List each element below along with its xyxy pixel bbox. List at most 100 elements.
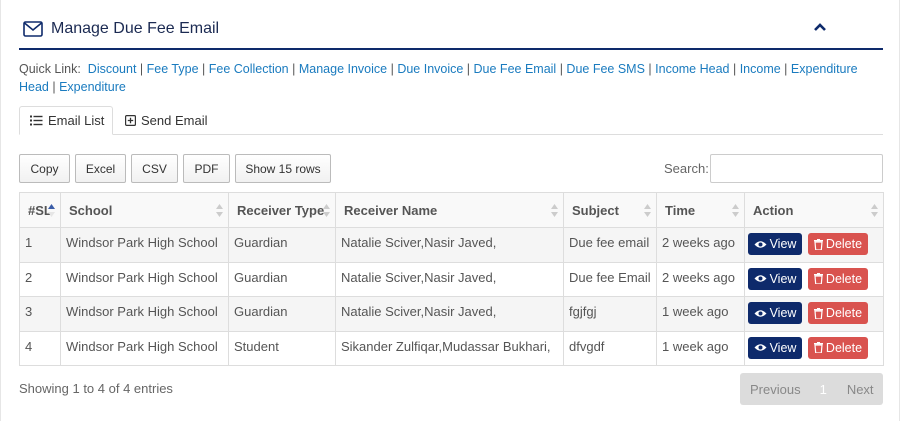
tab-send-email-label: Send Email: [141, 113, 208, 128]
eye-icon: [754, 344, 767, 351]
delete-button[interactable]: Delete: [808, 267, 868, 290]
eye-icon: [754, 240, 767, 248]
column-header-action[interactable]: Action: [744, 192, 884, 228]
cell-receiver-type: Student: [228, 330, 336, 366]
view-button[interactable]: View: [748, 233, 802, 255]
list-icon: [30, 115, 43, 126]
envelope-icon: [23, 21, 43, 37]
sort-icon: [323, 204, 330, 217]
cell-school: Windsor Park High School: [60, 261, 229, 297]
cell-sl: 3: [19, 296, 61, 332]
cell-time: 1 week ago: [656, 296, 745, 332]
view-button[interactable]: View: [748, 336, 802, 359]
quick-link-due-fee-email[interactable]: Due Fee Email: [474, 62, 557, 76]
view-button[interactable]: View: [748, 267, 802, 290]
quick-link-expenditure[interactable]: Expenditure: [59, 80, 126, 94]
column-header-receiver-name[interactable]: Receiver Name: [335, 192, 564, 228]
delete-label: Delete: [825, 306, 863, 320]
tab-email-list[interactable]: Email List: [19, 106, 113, 135]
table-row: 2 Windsor Park High School Guardian Nata…: [19, 261, 884, 297]
quick-link-fee-type[interactable]: Fee Type: [147, 62, 199, 76]
chevron-up-icon[interactable]: [813, 22, 827, 32]
csv-button[interactable]: CSV: [131, 154, 178, 183]
copy-button[interactable]: Copy: [19, 154, 70, 183]
plus-square-icon: [125, 115, 136, 126]
next-page-button[interactable]: Next: [847, 382, 874, 397]
trash-icon: [813, 273, 823, 284]
view-label: View: [769, 306, 797, 320]
table-info: Showing 1 to 4 of 4 entries: [19, 381, 173, 396]
cell-receiver-name: Natalie Sciver,Nasir Javed,: [335, 261, 564, 297]
quick-link-income[interactable]: Income: [740, 62, 781, 76]
delete-label: Delete: [825, 237, 863, 251]
tab-bar: Email List Send Email: [19, 106, 883, 135]
column-header-sl[interactable]: #SL: [19, 192, 61, 228]
cell-school: Windsor Park High School: [60, 330, 229, 366]
quick-link-discount[interactable]: Discount: [88, 62, 137, 76]
sort-icon: [551, 204, 558, 217]
cell-subject: fgjfgj: [563, 296, 657, 332]
quick-link-label: Quick Link:: [19, 62, 81, 76]
cell-time: 1 week ago: [656, 330, 745, 366]
view-button[interactable]: View: [748, 302, 802, 324]
cell-receiver-name: Sikander Zulfiqar,Mudassar Bukhari,: [335, 330, 564, 366]
search-box: Search:: [664, 154, 883, 183]
quick-link-fee-collection[interactable]: Fee Collection: [209, 62, 289, 76]
cell-sl: 4: [19, 330, 61, 366]
cell-action: View Delete: [744, 296, 884, 332]
cell-receiver-name: Natalie Sciver,Nasir Javed,: [335, 227, 564, 263]
cell-time: 2 weeks ago: [656, 261, 745, 297]
cell-receiver-type: Guardian: [228, 227, 336, 263]
cell-subject: Due fee email: [563, 227, 657, 263]
cell-receiver-type: Guardian: [228, 296, 336, 332]
table-row: 3 Windsor Park High School Guardian Nata…: [19, 296, 884, 332]
search-input[interactable]: [709, 154, 883, 183]
quick-link-manage-invoice[interactable]: Manage Invoice: [299, 62, 387, 76]
sort-icon: [732, 204, 739, 217]
tab-send-email[interactable]: Send Email: [125, 106, 207, 135]
delete-button[interactable]: Delete: [808, 233, 868, 255]
trash-icon: [813, 307, 823, 319]
cell-school: Windsor Park High School: [60, 227, 229, 263]
delete-button[interactable]: Delete: [808, 336, 868, 359]
pagination: Previous 1 Next: [740, 373, 883, 405]
table-row: 1 Windsor Park High School Guardian Nata…: [19, 227, 884, 263]
view-label: View: [769, 237, 797, 251]
column-header-subject[interactable]: Subject: [563, 192, 657, 228]
column-header-school[interactable]: School: [60, 192, 229, 228]
panel: Manage Due Fee Email Quick Link: Discoun…: [0, 0, 900, 421]
cell-action: View Delete: [744, 227, 884, 263]
cell-receiver-name: Natalie Sciver,Nasir Javed,: [335, 296, 564, 332]
quick-link-due-invoice[interactable]: Due Invoice: [397, 62, 463, 76]
cell-sl: 1: [19, 227, 61, 263]
delete-button[interactable]: Delete: [808, 302, 868, 324]
cell-action: View Delete: [744, 261, 884, 297]
search-label: Search:: [664, 161, 709, 176]
tab-email-list-label: Email List: [48, 113, 105, 128]
excel-button[interactable]: Excel: [75, 154, 126, 183]
quick-links: Quick Link: Discount | Fee Type | Fee Co…: [19, 62, 858, 94]
eye-icon: [754, 275, 767, 282]
view-label: View: [769, 340, 797, 355]
cell-subject: Due fee Email: [563, 261, 657, 297]
pdf-button[interactable]: PDF: [183, 154, 230, 183]
email-table: #SL School Receiver Type Receiver Name S…: [19, 192, 884, 366]
column-header-receiver-type[interactable]: Receiver Type: [228, 192, 336, 228]
delete-label: Delete: [825, 340, 863, 355]
trash-icon: [813, 238, 823, 250]
column-header-time[interactable]: Time: [656, 192, 745, 228]
table-header-row: #SL School Receiver Type Receiver Name S…: [19, 192, 884, 228]
sort-icon: [871, 204, 878, 217]
cell-receiver-type: Guardian: [228, 261, 336, 297]
quick-link-income-head[interactable]: Income Head: [655, 62, 729, 76]
cell-action: View Delete: [744, 330, 884, 366]
cell-sl: 2: [19, 261, 61, 297]
sort-icon: [216, 204, 223, 217]
page-number-button[interactable]: 1: [820, 382, 827, 397]
previous-page-button[interactable]: Previous: [750, 382, 801, 397]
eye-icon: [754, 309, 767, 317]
show-rows-button[interactable]: Show 15 rows: [235, 154, 331, 183]
trash-icon: [813, 342, 823, 353]
quick-link-due-fee-sms[interactable]: Due Fee SMS: [566, 62, 645, 76]
view-label: View: [769, 271, 797, 286]
